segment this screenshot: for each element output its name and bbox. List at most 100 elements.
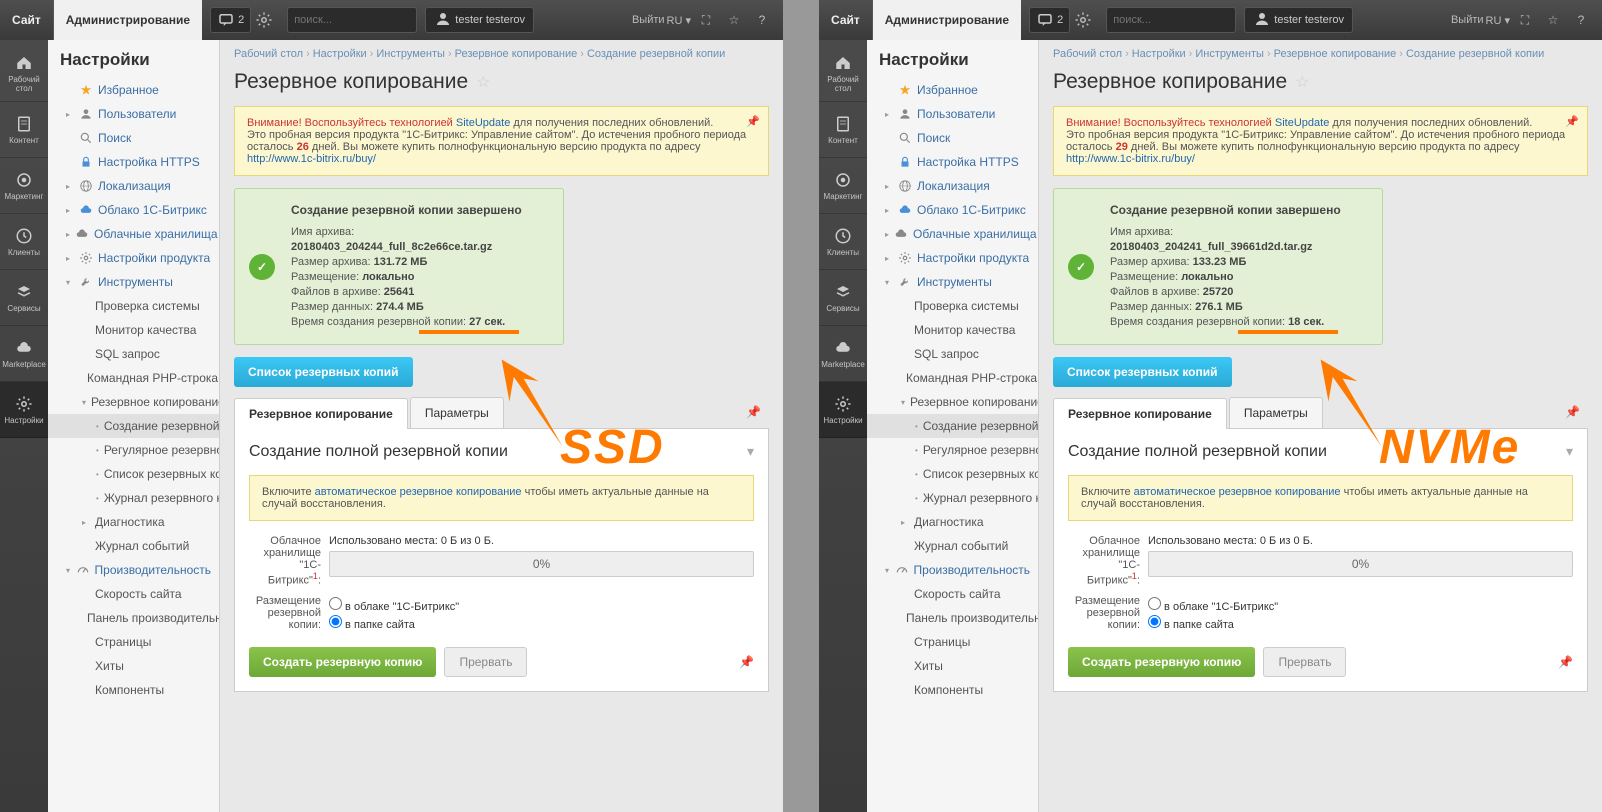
leftrail-content[interactable]: Контент xyxy=(0,102,48,158)
search-box[interactable] xyxy=(1106,7,1236,33)
expand-icon[interactable]: ⛶ xyxy=(693,7,719,33)
sidebar-subitem2[interactable]: •Регулярное резервное xyxy=(867,438,1038,462)
sidebar-item[interactable]: ▸Настройки продукта xyxy=(48,246,219,270)
sidebar-subitem[interactable]: Хиты xyxy=(867,654,1038,678)
search-input[interactable] xyxy=(294,14,436,26)
sidebar-item[interactable]: Настройка HTTPS xyxy=(867,150,1038,174)
sidebar-subitem[interactable]: Панель производительнос xyxy=(48,606,219,630)
search-box[interactable] xyxy=(287,7,417,33)
breadcrumb-link[interactable]: Инструменты xyxy=(1195,48,1264,60)
leftrail-services[interactable]: Сервисы xyxy=(0,270,48,326)
breadcrumb-link[interactable]: Создание резервной копии xyxy=(1406,48,1544,60)
logout-link[interactable]: Выйти xyxy=(1451,7,1484,33)
leftrail-clients[interactable]: Клиенты xyxy=(0,214,48,270)
gear-icon[interactable] xyxy=(251,7,277,33)
leftrail-marketing[interactable]: Маркетинг xyxy=(819,158,867,214)
fav-icon[interactable]: ☆ xyxy=(1295,72,1309,92)
sidebar-subitem[interactable]: Компоненты xyxy=(867,678,1038,702)
buy-link[interactable]: http://www.1c-bitrix.ru/buy/ xyxy=(1066,153,1195,165)
leftrail-services[interactable]: Сервисы xyxy=(819,270,867,326)
search-input[interactable] xyxy=(1113,14,1255,26)
breadcrumb-link[interactable]: Настройки xyxy=(313,48,367,60)
sidebar-subitem[interactable]: Монитор качества xyxy=(48,318,219,342)
notif-badge[interactable]: 2 xyxy=(1029,7,1070,33)
sidebar-subitem[interactable]: Хиты xyxy=(48,654,219,678)
site-tab[interactable]: Сайт xyxy=(819,0,873,40)
sidebar-item[interactable]: ▸Настройки продукта xyxy=(867,246,1038,270)
sidebar-item[interactable]: ▾Инструменты xyxy=(48,270,219,294)
logout-link[interactable]: Выйти xyxy=(632,7,665,33)
sidebar-subitem[interactable]: Страницы xyxy=(48,630,219,654)
radio-folder[interactable]: в папке сайта xyxy=(1148,615,1573,631)
breadcrumb-link[interactable]: Рабочий стол xyxy=(1053,48,1122,60)
pin-icon[interactable]: 📌 xyxy=(1558,655,1573,669)
sidebar-item[interactable]: ▸Облако 1С-Битрикс xyxy=(867,198,1038,222)
create-backup-button[interactable]: Создать резервную копию xyxy=(1068,647,1255,677)
sidebar-item[interactable]: ▸Пользователи xyxy=(867,102,1038,126)
leftrail-desktop[interactable]: Рабочийстол xyxy=(819,46,867,102)
sidebar-subitem2[interactable]: •Создание резервной ко xyxy=(48,414,219,438)
sidebar-item[interactable]: ▸Локализация xyxy=(867,174,1038,198)
sidebar-subitem[interactable]: Журнал событий xyxy=(867,534,1038,558)
cancel-button[interactable]: Прервать xyxy=(1263,647,1346,677)
expand-icon[interactable]: ⛶ xyxy=(1512,7,1538,33)
sidebar-item[interactable]: ▾Инструменты xyxy=(867,270,1038,294)
sidebar-item[interactable]: ▸Локализация xyxy=(48,174,219,198)
breadcrumb-link[interactable]: Рабочий стол xyxy=(234,48,303,60)
breadcrumb-link[interactable]: Резервное копирование xyxy=(1274,48,1397,60)
sidebar-subitem[interactable]: Командная PHP-строка xyxy=(48,366,219,390)
sidebar-item[interactable]: ▸Пользователи xyxy=(48,102,219,126)
breadcrumb-link[interactable]: Резервное копирование xyxy=(455,48,578,60)
leftrail-content[interactable]: Контент xyxy=(819,102,867,158)
sidebar-subitem[interactable]: SQL запрос xyxy=(867,342,1038,366)
leftrail-marketing[interactable]: Маркетинг xyxy=(0,158,48,214)
sidebar-subitem[interactable]: Командная PHP-строка xyxy=(867,366,1038,390)
auto-backup-link[interactable]: автоматическое резервное копирование xyxy=(315,486,522,498)
help-icon[interactable]: ? xyxy=(1568,7,1594,33)
collapse-icon[interactable]: ▾ xyxy=(1566,443,1573,460)
sidebar-item[interactable]: ▸Облако 1С-Битрикс xyxy=(48,198,219,222)
sidebar-subitem[interactable]: Компоненты xyxy=(48,678,219,702)
siteupdate-link[interactable]: SiteUpdate xyxy=(1275,117,1329,129)
sidebar-subitem[interactable]: Журнал событий xyxy=(48,534,219,558)
radio-cloud[interactable]: в облаке "1С-Битрикс" xyxy=(1148,597,1573,613)
sidebar-item[interactable]: Избранное xyxy=(48,78,219,102)
sidebar-subitem2[interactable]: •Журнал резервного коп xyxy=(48,486,219,510)
tab-params[interactable]: Параметры xyxy=(1229,397,1323,428)
leftrail-desktop[interactable]: Рабочийстол xyxy=(0,46,48,102)
sidebar-subitem2[interactable]: •Создание резервной ко xyxy=(867,414,1038,438)
admin-tab[interactable]: Администрирование xyxy=(54,0,202,40)
fav-icon[interactable]: ☆ xyxy=(476,72,490,92)
radio-cloud[interactable]: в облаке "1С-Битрикс" xyxy=(329,597,754,613)
admin-tab[interactable]: Администрирование xyxy=(873,0,1021,40)
sidebar-subitem[interactable]: ▸Диагностика xyxy=(48,510,219,534)
leftrail-marketplace[interactable]: Marketplace xyxy=(819,326,867,382)
sidebar-item[interactable]: Настройка HTTPS xyxy=(48,150,219,174)
sidebar-item[interactable]: Поиск xyxy=(48,126,219,150)
create-backup-button[interactable]: Создать резервную копию xyxy=(249,647,436,677)
radio-folder[interactable]: в папке сайта xyxy=(329,615,754,631)
tab-backup[interactable]: Резервное копирование xyxy=(234,398,408,429)
collapse-icon[interactable]: ▾ xyxy=(747,443,754,460)
breadcrumb-link[interactable]: Создание резервной копии xyxy=(587,48,725,60)
siteupdate-link[interactable]: SiteUpdate xyxy=(456,117,510,129)
sidebar-subitem[interactable]: ▾Резервное копирование xyxy=(48,390,219,414)
sidebar-subitem[interactable]: Монитор качества xyxy=(867,318,1038,342)
sidebar-subitem[interactable]: Страницы xyxy=(867,630,1038,654)
leftrail-marketplace[interactable]: Marketplace xyxy=(0,326,48,382)
breadcrumb-link[interactable]: Инструменты xyxy=(376,48,445,60)
list-backups-button[interactable]: Список резервных копий xyxy=(1053,357,1232,387)
pin-icon[interactable]: 📌 xyxy=(746,115,760,128)
help-icon[interactable]: ? xyxy=(749,7,775,33)
star-icon[interactable]: ☆ xyxy=(721,7,747,33)
sidebar-subitem2[interactable]: •Список резервных копи xyxy=(867,462,1038,486)
notif-badge[interactable]: 2 xyxy=(210,7,251,33)
pin-icon[interactable]: 📌 xyxy=(1565,115,1579,128)
sidebar-item[interactable]: ▸Облачные хранилища xyxy=(48,222,219,246)
sidebar-item[interactable]: ▾Производительность xyxy=(867,558,1038,582)
sidebar-item[interactable]: Поиск xyxy=(867,126,1038,150)
sidebar-subitem[interactable]: Панель производительнос xyxy=(867,606,1038,630)
sidebar-subitem[interactable]: Скорость сайта xyxy=(48,582,219,606)
leftrail-clients[interactable]: Клиенты xyxy=(819,214,867,270)
sidebar-subitem[interactable]: Проверка системы xyxy=(48,294,219,318)
